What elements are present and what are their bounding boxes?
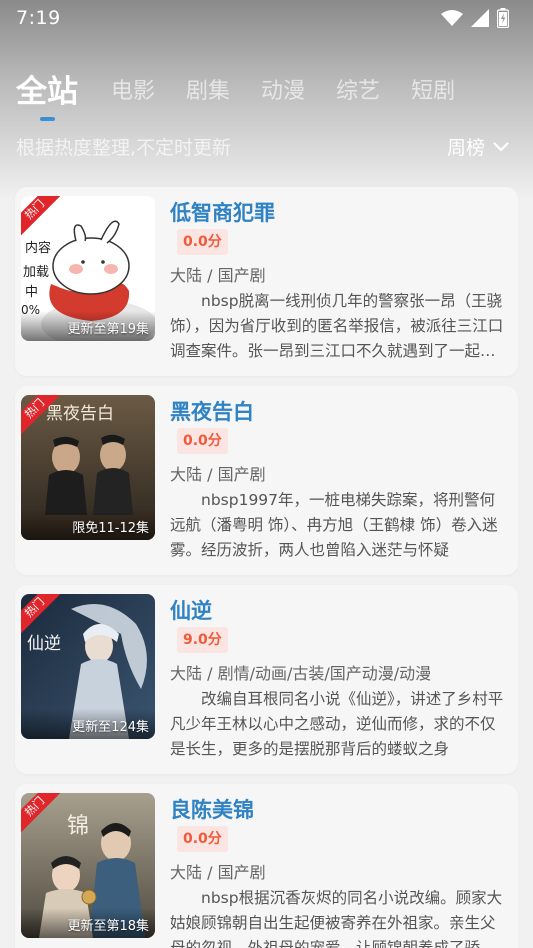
score-badge: 9.0分 [177,627,228,653]
item-meta: 大陆 / 国产剧 [170,266,266,285]
poster-title-text: 黑夜告白 [46,404,114,424]
list-item[interactable]: 仙逆 热门 更新至124集 仙逆 9.0分 大陆 / 剧情/动画/古装/国产动漫… [15,585,518,774]
item-description: 改编自耳根同名小说《仙逆》，讲述了乡村平凡少年王林以心中之感动，逆仙而修，求的不… [170,690,504,758]
tab-series[interactable]: 剧集 [186,72,230,112]
item-title[interactable]: 低智商犯罪 [170,197,275,227]
battery-icon [497,8,509,28]
tab-variety[interactable]: 综艺 [336,72,380,112]
score-badge: 0.0分 [177,826,228,852]
status-bar: 7:19 [0,0,533,36]
item-description: nbsp根据沉香灰烬的同名小说改编。顾家大姑娘顾锦朝自出生起便被寄养在外祖家。亲… [170,889,503,948]
poster-text-1: 内容 [25,240,51,256]
episode-label: 更新至第18集 [67,919,149,934]
rank-period-select[interactable]: 周榜 [447,133,509,160]
category-tabs: 全站 电影 剧集 动漫 综艺 短剧 [16,66,486,112]
tab-short-drama[interactable]: 短剧 [411,72,455,112]
list-item[interactable]: 内容 加载 中 0% 热门 更新至第19集 低智商犯罪 0.0分 大陆 / 国产… [15,187,518,376]
active-tab-indicator [40,117,55,121]
poster-title-text: 仙逆 [27,634,61,654]
ranking-list: 内容 加载 中 0% 热门 更新至第19集 低智商犯罪 0.0分 大陆 / 国产… [15,187,518,948]
tab-anime[interactable]: 动漫 [261,72,305,112]
tab-all[interactable]: 全站 [16,72,78,112]
item-title[interactable]: 仙逆 [170,595,212,625]
item-meta: 大陆 / 剧情/动画/古装/国产动漫/动漫 [170,664,432,683]
ranking-subtitle: 根据热度整理,不定时更新 [16,137,232,159]
list-item[interactable]: 锦 热门 更新至第18集 良陈美锦 0.0分 大陆 / 国产剧 nbsp根据沉香… [15,784,518,948]
poster-image[interactable]: 黑夜告白 热门 限免11-12集 [21,395,155,540]
item-meta: 大陆 / 国产剧 [170,465,266,484]
item-description: nbsp脱离一线刑侦几年的警察张一昂（王骁 饰），因为省厅收到的匿名举报信，被派… [170,292,504,360]
score-badge: 0.0分 [177,428,228,454]
poster-title-text: 锦 [67,814,89,839]
poster-text-3: 中 [25,285,38,300]
item-meta: 大陆 / 国产剧 [170,863,266,882]
poster-text-2: 加载 [23,265,49,280]
poster-image[interactable]: 内容 加载 中 0% 热门 更新至第19集 [21,196,155,341]
tab-movie[interactable]: 电影 [111,72,155,112]
episode-label: 更新至第19集 [67,322,149,337]
poster-image[interactable]: 仙逆 热门 更新至124集 [21,594,155,739]
episode-label: 限免11-12集 [72,521,149,536]
item-title[interactable]: 黑夜告白 [170,396,254,426]
chevron-down-icon [493,141,509,151]
status-time: 7:19 [16,7,61,29]
signal-icon [471,9,489,27]
status-icons [441,8,509,28]
score-badge: 0.0分 [177,229,228,255]
item-title[interactable]: 良陈美锦 [170,794,254,824]
wifi-icon [441,10,463,26]
list-item[interactable]: 黑夜告白 热门 限免11-12集 黑夜告白 0.0分 大陆 / 国产剧 nbsp… [15,386,518,575]
rank-period-label: 周榜 [446,137,485,159]
item-description: nbsp1997年，一桩电梯失踪案，将刑警何远航（潘粤明 饰）、冉方旭（王鹤棣 … [170,491,498,559]
episode-label: 更新至124集 [72,720,149,735]
poster-image[interactable]: 锦 热门 更新至第18集 [21,793,155,938]
